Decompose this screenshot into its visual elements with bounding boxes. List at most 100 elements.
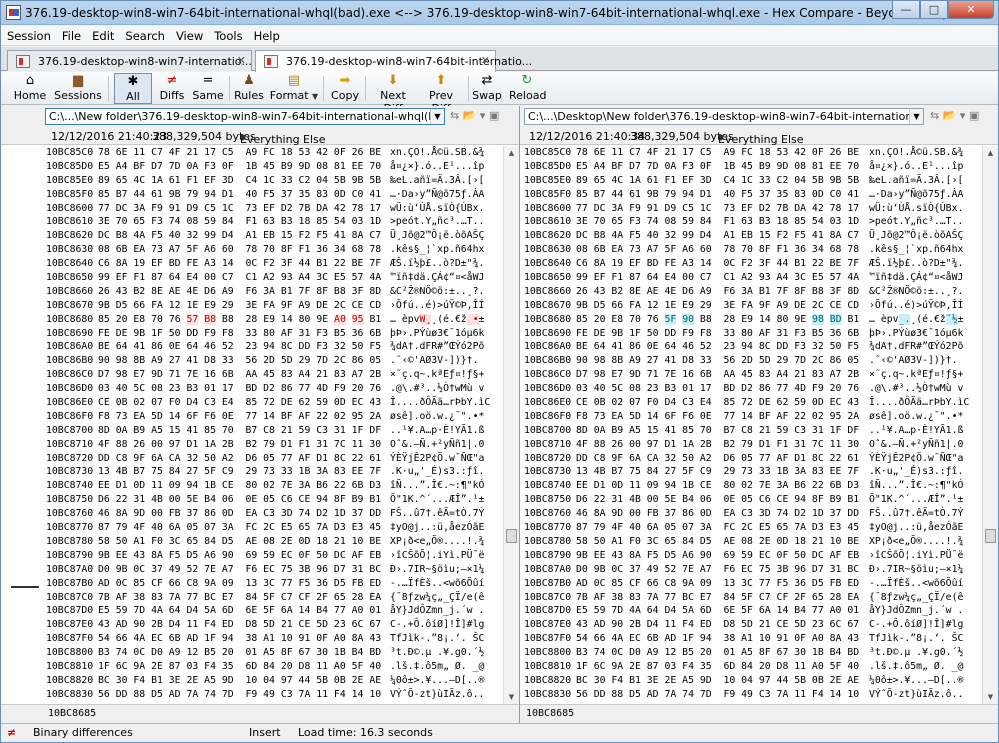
menu-help[interactable]: Help (248, 26, 285, 45)
hex-row[interactable]: 10BC86B0 90 98 8B A9 27 41 D8 33 56 2D 5D… (520, 354, 982, 368)
hex-row[interactable]: 10BC87A0 D0 9B 0C 37 49 52 7E A7 F6 EC 75… (1, 563, 503, 577)
hex-row[interactable]: 10BC8820 BC 30 F4 B1 3E 2E A5 9D 10 04 97… (1, 674, 503, 688)
save-icon[interactable]: ▣ (489, 109, 499, 122)
hex-row[interactable]: 10BC8700 8D 0A B9 A5 15 41 85 70 B7 C8 21… (520, 424, 982, 438)
menu-session[interactable]: Session (1, 26, 56, 45)
hex-row[interactable]: 10BC8600 77 DC 3A F9 91 D9 C5 1C 73 EF D2… (520, 202, 982, 216)
hex-row[interactable]: 10BC8770 87 79 4F 40 6A 05 07 3A FC 2C E5… (520, 521, 982, 535)
home-button[interactable]: ⌂ Home (11, 73, 49, 104)
hex-row[interactable]: 10BC8680 85 20 E8 70 76 57 B8 B8 28 E9 14… (1, 313, 503, 327)
hex-row[interactable]: 10BC8620 DC B8 4A F5 40 32 99 D4 A1 EB 15… (1, 229, 503, 243)
beyond-compare-app-icon[interactable] (6, 5, 21, 20)
hex-row[interactable]: 10BC8650 99 EF F1 87 64 E4 00 C7 C1 A2 93… (520, 271, 982, 285)
hex-row[interactable]: 10BC8610 3E 70 65 F3 74 08 59 84 F1 63 B3… (1, 215, 503, 229)
hex-row[interactable]: 10BC8630 08 6B EA 73 A7 5F A6 60 78 70 8F… (1, 243, 503, 257)
hex-row[interactable]: 10BC8670 9B D5 66 FA 12 1E E9 29 3E FA 9F… (1, 299, 503, 313)
right-vertical-scrollbar[interactable]: ▲ ▼ (982, 146, 998, 704)
hex-row[interactable]: 10BC8620 DC B8 4A F5 40 32 99 D4 A1 EB 15… (520, 229, 982, 243)
hex-row[interactable]: 10BC8770 87 79 4F 40 6A 05 07 3A FC 2C E5… (1, 521, 503, 535)
show-all-button[interactable]: ✱ All (114, 73, 152, 104)
hex-row[interactable]: 10BC8750 D6 22 31 4B 00 5E B4 06 0E 05 C6… (520, 493, 982, 507)
next-diff-button[interactable]: ⬇Next Diff (371, 73, 415, 116)
chevron-down-icon[interactable]: ▾ (960, 109, 966, 122)
hex-row[interactable]: 10BC8790 9B EE 43 8A F5 D5 A6 90 69 59 EC… (1, 549, 503, 563)
close-button[interactable]: ✕ (948, 1, 994, 19)
minimize-button[interactable]: — (892, 1, 920, 19)
hex-row[interactable]: 10BC86A0 BE 64 41 86 0E 64 46 52 23 94 8C… (520, 340, 982, 354)
hex-row[interactable]: 10BC85C0 78 6E 11 C7 4F 21 17 C5 A9 FC 18… (520, 146, 982, 160)
hex-row[interactable]: 10BC8760 46 8A 9D 00 FB 37 86 0D EA C3 3D… (520, 507, 982, 521)
chevron-down-icon[interactable]: ▼ (430, 109, 444, 124)
hex-row[interactable]: 10BC8660 26 43 B2 8E AE 4E D6 A9 F6 3A B1… (520, 285, 982, 299)
hex-row[interactable]: 10BC8710 4F 88 26 00 97 D1 1A 2B B2 79 D1… (1, 438, 503, 452)
tab-close-icon[interactable]: ✕ (481, 54, 490, 67)
hex-row[interactable]: 10BC8810 1F 6C 9A 2E 87 03 F4 35 6D 84 20… (1, 660, 503, 674)
hex-row[interactable]: 10BC8600 77 DC 3A F9 91 D9 C5 1C 73 EF D2… (1, 202, 503, 216)
hex-row[interactable]: 10BC8630 08 6B EA 73 A7 5F A6 60 78 70 8F… (520, 243, 982, 257)
maximize-button[interactable]: □ (920, 1, 948, 19)
hex-row[interactable]: 10BC85E0 89 65 4C 1A 61 F1 EF 3D C4 1C 33… (1, 174, 503, 188)
hex-row[interactable]: 10BC86A0 BE 64 41 86 0E 64 46 52 23 94 8C… (1, 340, 503, 354)
scroll-down-icon[interactable]: ▼ (983, 690, 998, 704)
tab-session-1[interactable]: 376.19-desktop-win8-win7-internatio... ✕ (7, 50, 252, 71)
hex-row[interactable]: 10BC8640 C6 8A 19 EF BD FE A3 14 0C F2 3F… (1, 257, 503, 271)
hex-row[interactable]: 10BC8780 58 50 A1 F0 3C 65 84 D5 AE 08 2E… (1, 535, 503, 549)
hex-row[interactable]: 10BC85E0 89 65 4C 1A 61 F1 EF 3D C4 1C 33… (520, 174, 982, 188)
hex-row[interactable]: 10BC85F0 85 B7 44 61 9B 79 94 D1 40 F5 37… (520, 188, 982, 202)
hex-row[interactable]: 10BC8690 FE DE 9B 1F 50 DD F9 F8 33 80 AF… (520, 327, 982, 341)
scroll-thumb[interactable] (985, 529, 996, 543)
hex-row[interactable]: 10BC8800 B3 74 0C D0 A9 12 B5 20 01 A5 8F… (520, 646, 982, 660)
tab-session-2[interactable]: 376.19-desktop-win8-win7-64bit-internati… (255, 50, 532, 72)
hex-row[interactable]: 10BC8710 4F 88 26 00 97 D1 1A 2B B2 79 D1… (520, 438, 982, 452)
hex-row[interactable]: 10BC86D0 03 40 5C 08 23 B3 01 17 BD D2 86… (1, 382, 503, 396)
hex-row[interactable]: 10BC87F0 54 66 4A EC 6B AD 1F 94 38 A1 10… (520, 632, 982, 646)
scroll-down-icon[interactable]: ▼ (504, 690, 519, 704)
hex-row[interactable]: 10BC87C0 7B AF 38 83 7A 77 BC E7 84 5F C7… (1, 591, 503, 605)
hex-row[interactable]: 10BC8830 56 DD 88 D5 AD 7A 74 7D F9 49 C3… (520, 688, 982, 702)
hex-row[interactable]: 10BC86C0 D7 98 E7 9D 71 7E 16 6B AA 45 83… (1, 368, 503, 382)
hex-row[interactable]: 10BC8650 99 EF F1 87 64 E4 00 C7 C1 A2 93… (1, 271, 503, 285)
prev-diff-button[interactable]: ⬆Prev Diff (419, 73, 463, 116)
hex-row[interactable]: 10BC87A0 D0 9B 0C 37 49 52 7E A7 F6 EC 75… (520, 563, 982, 577)
swap-sides-icon[interactable]: ⇆ (450, 109, 459, 122)
hex-row[interactable]: 10BC8640 C6 8A 19 EF BD FE A3 14 0C F2 3F… (520, 257, 982, 271)
hex-row[interactable]: 10BC87D0 E5 59 7D 4A 64 D4 5A 6D 6E 5F 6A… (1, 604, 503, 618)
hex-row[interactable]: 10BC8610 3E 70 65 F3 74 08 59 84 F1 63 B3… (520, 215, 982, 229)
hex-row[interactable]: 10BC8740 EE D1 0D 11 09 94 1B CE 80 02 7E… (520, 479, 982, 493)
hex-row[interactable]: 10BC8790 9B EE 43 8A F5 D5 A6 90 69 59 EC… (520, 549, 982, 563)
copy-button[interactable]: ➡ Copy (329, 73, 361, 104)
chevron-down-icon[interactable]: ▾ (480, 109, 486, 122)
reload-button[interactable]: ↻ Reload (509, 73, 546, 104)
hex-row[interactable]: 10BC85F0 85 B7 44 61 9B 79 94 D1 40 F5 37… (1, 188, 503, 202)
swap-sides-icon[interactable]: ⇆ (930, 109, 939, 122)
hex-row[interactable]: 10BC87F0 54 66 4A EC 6B AD 1F 94 38 A1 10… (1, 632, 503, 646)
rules-button[interactable]: ♟ Rules (233, 73, 265, 104)
swap-button[interactable]: ⇄ Swap (472, 73, 502, 104)
sessions-button[interactable]: ▆Sessions ▼ (51, 73, 105, 115)
hex-row[interactable]: 10BC8740 EE D1 0D 11 09 94 1B CE 80 02 7E… (1, 479, 503, 493)
hex-row[interactable]: 10BC8830 56 DD 88 D5 AD 7A 74 7D F9 49 C3… (1, 688, 503, 702)
menu-search[interactable]: Search (119, 26, 170, 45)
hex-row[interactable]: 10BC8750 D6 22 31 4B 00 5E B4 06 0E 05 C6… (1, 493, 503, 507)
menu-tools[interactable]: Tools (208, 26, 247, 45)
hex-row[interactable]: 10BC8680 85 20 E8 70 76 5F 90 B8 28 E9 14… (520, 313, 982, 327)
hex-row[interactable]: 10BC87C0 7B AF 38 83 7A 77 BC E7 84 5F C7… (520, 591, 982, 605)
hex-row[interactable]: 10BC86F0 F8 73 EA 5D 14 6F F6 0E 77 14 BF… (520, 410, 982, 424)
hex-row[interactable]: 10BC85D0 E5 A4 BF D7 7D 0A F3 0F 1B 45 B9… (520, 160, 982, 174)
folder-open-icon[interactable]: 📂 (463, 109, 477, 122)
hex-row[interactable]: 10BC86C0 D7 98 E7 9D 71 7E 16 6B AA 45 83… (520, 368, 982, 382)
save-icon[interactable]: ▣ (969, 109, 979, 122)
hex-row[interactable]: 10BC85D0 E5 A4 BF D7 7D 0A F3 0F 1B 45 B9… (1, 160, 503, 174)
hex-row[interactable]: 10BC86B0 90 98 8B A9 27 41 D8 33 56 2D 5D… (1, 354, 503, 368)
hex-row[interactable]: 10BC85C0 78 6E 11 C7 4F 21 17 C5 A9 FC 18… (1, 146, 503, 160)
hex-row[interactable]: 10BC87D0 E5 59 7D 4A 64 D4 5A 6D 6E 5F 6A… (520, 604, 982, 618)
hex-row[interactable]: 10BC86D0 03 40 5C 08 23 B3 01 17 BD D2 86… (520, 382, 982, 396)
hex-row[interactable]: 10BC87B0 AD 0C 85 CF 66 C8 9A 09 13 3C 77… (520, 577, 982, 591)
left-vertical-scrollbar[interactable]: ▲ ▼ (503, 146, 519, 704)
right-path-input[interactable]: C:\...\Desktop\New folder\376.19-desktop… (524, 108, 924, 125)
left-path-input[interactable]: C:\...\New folder\376.19-desktop-win8-wi… (45, 108, 445, 125)
menu-view[interactable]: View (170, 26, 208, 45)
hex-row[interactable]: 10BC8760 46 8A 9D 00 FB 37 86 0D EA C3 3D… (1, 507, 503, 521)
hex-row[interactable]: 10BC8700 8D 0A B9 A5 15 41 85 70 B7 C8 21… (1, 424, 503, 438)
menu-file[interactable]: File (56, 26, 86, 45)
